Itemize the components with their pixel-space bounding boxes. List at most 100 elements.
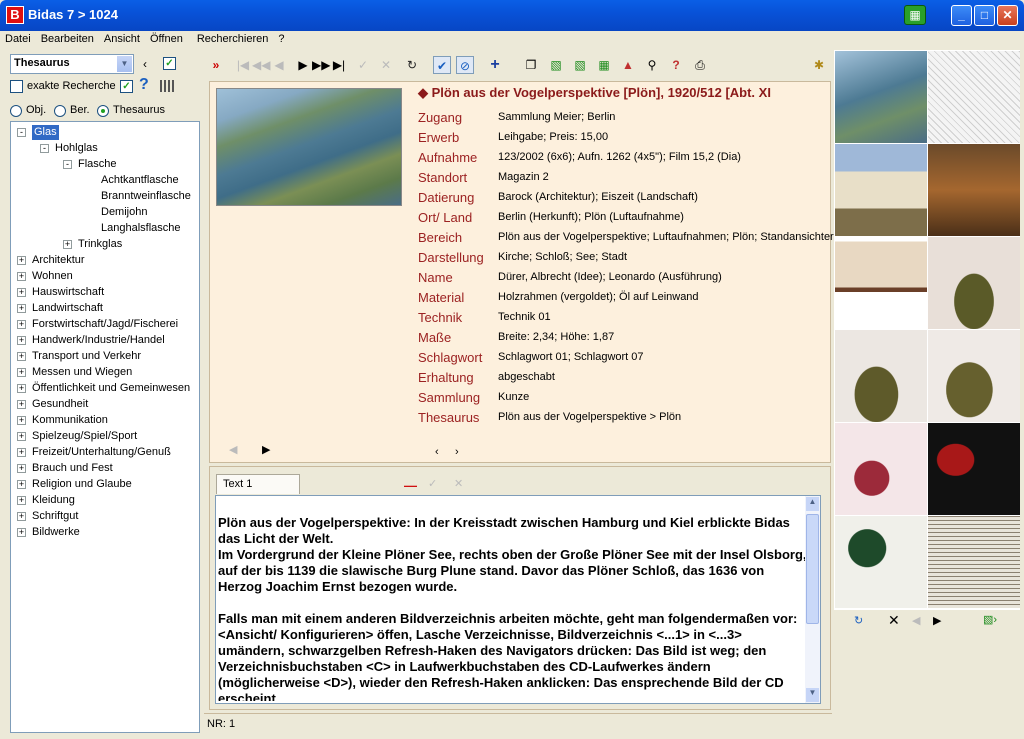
text-check-icon[interactable]: ✓: [428, 477, 437, 490]
tree-item[interactable]: Flasche: [78, 157, 117, 172]
field-next-icon[interactable]: ›: [455, 446, 459, 458]
thumbnail[interactable]: [928, 516, 1020, 608]
radio-ber[interactable]: [54, 105, 66, 117]
photo-prev-icon[interactable]: ◀: [229, 443, 237, 456]
query-icon[interactable]: ?: [667, 56, 685, 74]
menu-bearbeiten[interactable]: Bearbeiten: [36, 31, 99, 47]
field-value[interactable]: Magazin 2: [498, 171, 549, 183]
minimize-button[interactable]: _: [951, 5, 972, 26]
radio-thesaurus[interactable]: [97, 105, 109, 117]
tree-expander[interactable]: +: [17, 512, 26, 521]
tree-item[interactable]: Hohlglas: [55, 141, 98, 156]
settings-icon[interactable]: ✱: [810, 56, 828, 74]
copy-icon[interactable]: ❐: [522, 56, 540, 74]
thumb-delete-icon[interactable]: ✕: [888, 612, 900, 629]
exact-search-confirm[interactable]: ✓: [120, 80, 133, 93]
tree-expander[interactable]: +: [17, 368, 26, 377]
tree-expander[interactable]: -: [40, 144, 49, 153]
thumbnail[interactable]: [928, 423, 1020, 515]
tree-item[interactable]: Gesundheit: [32, 397, 88, 412]
thumbnail[interactable]: [928, 237, 1020, 329]
tree-expander[interactable]: +: [17, 352, 26, 361]
field-value[interactable]: 123/2002 (6x6); Aufn. 1262 (4x5"); Film …: [498, 151, 741, 163]
tree-item[interactable]: Bildwerke: [32, 525, 80, 540]
text-close-icon[interactable]: ✕: [454, 477, 463, 490]
prev-page-icon[interactable]: ◀◀: [252, 56, 270, 74]
tree-item[interactable]: Brauch und Fest: [32, 461, 113, 476]
tree-expander[interactable]: +: [17, 448, 26, 457]
scroll-down-icon[interactable]: ▼: [806, 688, 819, 702]
thumbnail[interactable]: [835, 330, 927, 422]
tab-text-1[interactable]: Text 1: [216, 474, 300, 494]
check-icon[interactable]: ✓: [354, 56, 372, 74]
help-icon[interactable]: ?: [139, 76, 149, 94]
tree-item[interactable]: Wohnen: [32, 269, 73, 284]
add-icon[interactable]: +: [486, 56, 504, 74]
photo-next-icon[interactable]: ▶: [262, 443, 270, 456]
tree-expander[interactable]: +: [17, 416, 26, 425]
binoculars-icon[interactable]: ⚲: [643, 56, 661, 74]
thumbnail[interactable]: [928, 51, 1020, 143]
next-page-icon[interactable]: ▶▶: [312, 56, 330, 74]
field-prev-icon[interactable]: ‹: [435, 446, 439, 458]
field-value[interactable]: abgeschabt: [498, 371, 555, 383]
text-content[interactable]: Plön aus der Vogelperspektive: In der Kr…: [218, 515, 808, 701]
tree-expander[interactable]: +: [17, 432, 26, 441]
refresh-icon[interactable]: ↻: [403, 56, 421, 74]
field-value[interactable]: Breite: 2,34; Höhe: 1,87: [498, 331, 614, 343]
tree-expander[interactable]: -: [63, 160, 72, 169]
field-value[interactable]: Leihgabe; Preis: 15,00: [498, 131, 608, 143]
menu-help[interactable]: ?: [273, 31, 289, 47]
last-record-icon[interactable]: ▶|: [330, 56, 348, 74]
field-value[interactable]: Holzrahmen (vergoldet); Öl auf Leinwand: [498, 291, 699, 303]
exact-search-checkbox[interactable]: [10, 80, 23, 93]
tree-expander[interactable]: +: [17, 400, 26, 409]
thumbnail[interactable]: [928, 330, 1020, 422]
tree-expander[interactable]: +: [17, 304, 26, 313]
tree-item[interactable]: Öffentlichkeit und Gemeinwesen: [32, 381, 190, 396]
thumbnail[interactable]: [835, 516, 927, 608]
field-value[interactable]: Schlagwort 01; Schlagwort 07: [498, 351, 644, 363]
menu-recherchieren[interactable]: Recherchieren: [192, 31, 274, 47]
field-value[interactable]: Technik 01: [498, 311, 551, 323]
tree-item[interactable]: Spielzeug/Spiel/Sport: [32, 429, 137, 444]
thesaurus-tree[interactable]: - Glas - Hohlglas - Flasche Achtkantflasche Bra…: [10, 121, 200, 733]
tree-expander[interactable]: +: [17, 256, 26, 265]
tree-expander[interactable]: -: [17, 128, 26, 137]
approve-icon[interactable]: ✔: [433, 56, 451, 74]
thumb-prev-icon[interactable]: ◀: [912, 614, 920, 627]
menu-oeffnen[interactable]: Öffnen: [145, 31, 188, 47]
field-value[interactable]: Plön aus der Vogelperspektive; Luftaufna…: [498, 231, 834, 243]
picture-grid-icon[interactable]: ▦: [595, 56, 613, 74]
print-icon[interactable]: ⎙: [691, 56, 709, 74]
menu-datei[interactable]: Datei: [0, 31, 36, 47]
tree-expander[interactable]: +: [17, 480, 26, 489]
tree-item[interactable]: Kommunikation: [32, 413, 108, 428]
tree-item[interactable]: Demijohn: [101, 205, 147, 220]
radio-obj[interactable]: [10, 105, 22, 117]
search-type-select[interactable]: Thesaurus ▼: [10, 54, 134, 74]
tree-item[interactable]: Religion und Glaube: [32, 477, 132, 492]
thumb-picture-icon[interactable]: ▧›: [983, 613, 997, 626]
tree-item[interactable]: Transport und Verkehr: [32, 349, 141, 364]
tree-item[interactable]: Langhalsflasche: [101, 221, 181, 236]
menu-ansicht[interactable]: Ansicht: [99, 31, 145, 47]
remove-text-icon[interactable]: —: [404, 478, 417, 493]
tree-expander[interactable]: +: [17, 496, 26, 505]
close-button[interactable]: ✕: [997, 5, 1018, 26]
field-value[interactable]: Dürer, Albrecht (Idee); Leonardo (Ausfüh…: [498, 271, 722, 283]
cancel-icon[interactable]: ⊘: [456, 56, 474, 74]
tree-item[interactable]: Achtkantflasche: [101, 173, 179, 188]
tree-item[interactable]: Schriftgut: [32, 509, 78, 524]
tree-expander[interactable]: +: [17, 384, 26, 393]
thumbnail[interactable]: [835, 144, 927, 236]
green-app-icon[interactable]: ▦: [904, 5, 926, 25]
thumbnail[interactable]: [928, 144, 1020, 236]
tree-item[interactable]: Handwerk/Industrie/Handel: [32, 333, 165, 348]
tree-item[interactable]: Architektur: [32, 253, 85, 268]
tree-item[interactable]: Hauswirtschaft: [32, 285, 104, 300]
tree-expander[interactable]: +: [17, 320, 26, 329]
field-value[interactable]: Plön aus der Vogelperspektive > Plön: [498, 411, 681, 423]
picture-list-icon[interactable]: ▧: [571, 56, 589, 74]
field-value[interactable]: Berlin (Herkunft); Plön (Luftaufnahme): [498, 211, 684, 223]
